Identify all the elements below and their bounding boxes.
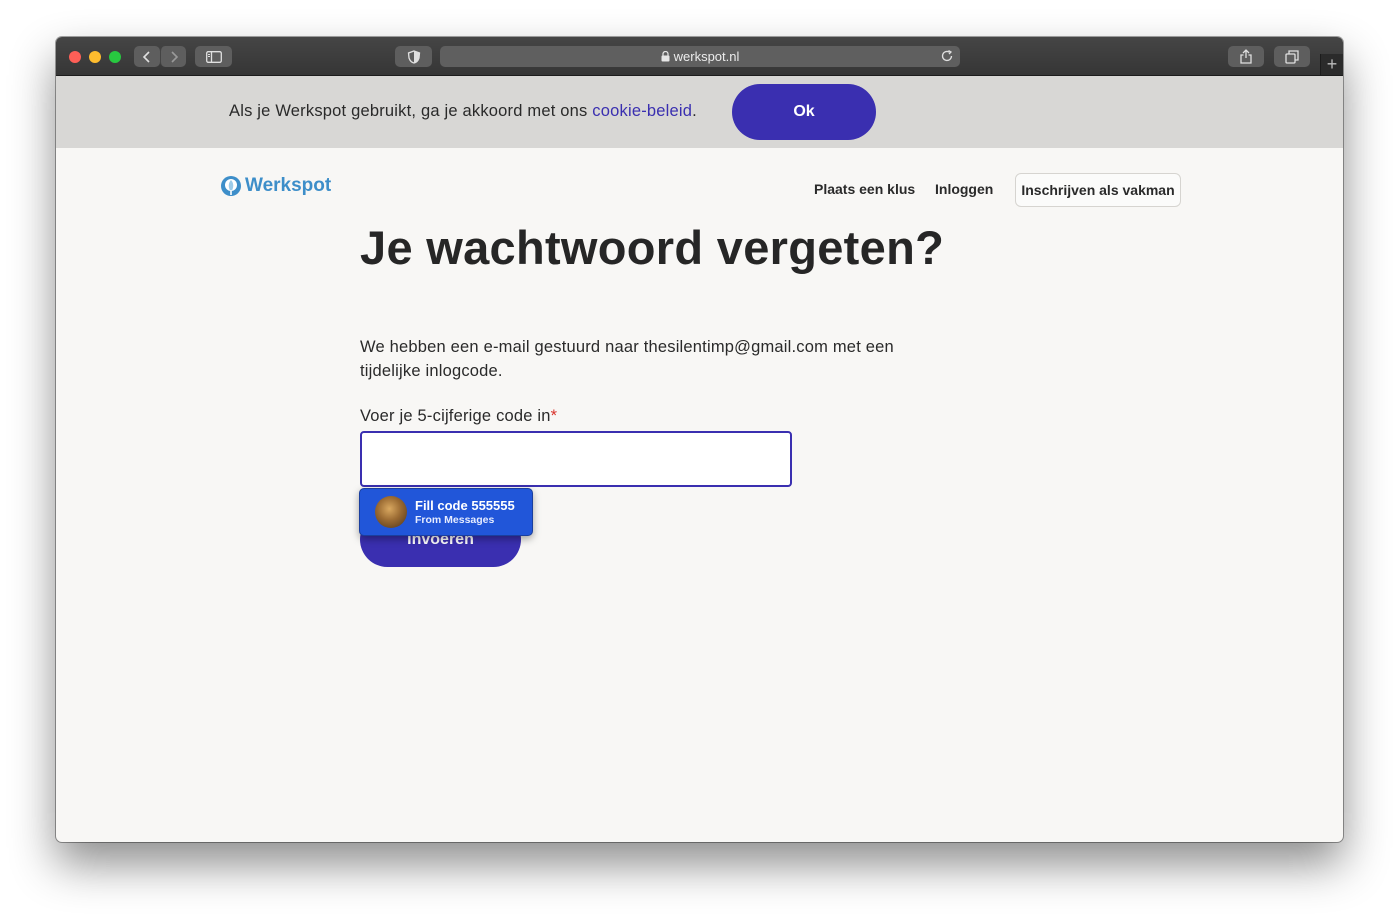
address-bar[interactable]: werkspot.nl (440, 46, 960, 67)
forward-button[interactable] (160, 46, 186, 67)
autofill-text: Fill code 555555 From Messages (415, 498, 515, 526)
back-button[interactable] (134, 46, 160, 67)
sidebar-icon (205, 50, 222, 63)
logo-text: Werkspot (245, 175, 332, 196)
sidebar-button[interactable] (195, 46, 232, 67)
code-label-text: Voer je 5-cijferige code in (360, 407, 551, 425)
autofill-title: Fill code 555555 (415, 498, 515, 513)
cookie-ok-button[interactable]: Ok (732, 84, 876, 140)
zoom-window-button[interactable] (109, 51, 121, 63)
tabs-icon (1285, 49, 1299, 64)
cookie-suffix: . (692, 102, 697, 120)
description-text: We hebben een e-mail gestuurd naar thesi… (360, 338, 894, 380)
werkspot-logo[interactable]: Werkspot (220, 175, 331, 197)
share-icon (1240, 49, 1252, 64)
cookie-text: Als je Werkspot gebruikt, ga je akkoord … (229, 102, 593, 120)
page-title: Je wachtwoord vergeten? (360, 221, 945, 274)
tabs-overview-button[interactable] (1274, 46, 1310, 67)
werkspot-logo-icon (221, 176, 241, 196)
required-marker: * (550, 407, 558, 425)
cookie-banner: Als je Werkspot gebruikt, ga je akkoord … (56, 76, 1343, 148)
code-input[interactable] (360, 431, 792, 487)
nav-login[interactable]: Inloggen (935, 181, 993, 197)
page-content: Werkspot Plaats een klus Inloggen Inschr… (56, 148, 1343, 842)
chevron-right-icon (170, 50, 178, 63)
shield-icon (407, 49, 420, 64)
new-tab-button[interactable]: + (1320, 54, 1343, 75)
nav-place-job[interactable]: Plaats een klus (814, 181, 915, 197)
cookie-policy-link[interactable]: cookie-beleid (592, 102, 692, 120)
browser-toolbar: werkspot.nl + (56, 37, 1343, 76)
code-field-label: Voer je 5-cijferige code in* (360, 407, 557, 426)
reload-icon[interactable] (940, 49, 954, 66)
autofill-subtitle: From Messages (415, 514, 495, 526)
close-window-button[interactable] (69, 51, 81, 63)
cookie-message: Als je Werkspot gebruikt, ga je akkoord … (229, 102, 697, 121)
minimize-window-button[interactable] (89, 51, 101, 63)
privacy-report-button[interactable] (395, 46, 432, 67)
lock-icon (661, 51, 670, 62)
share-button[interactable] (1228, 46, 1264, 67)
autofill-code-suggestion[interactable]: Fill code 555555 From Messages (359, 488, 533, 536)
address-url: werkspot.nl (673, 49, 740, 64)
avatar (375, 496, 407, 528)
nav-signup-button[interactable]: Inschrijven als vakman (1015, 173, 1181, 207)
browser-window: werkspot.nl + Als je Werkspot gebruikt, … (56, 37, 1343, 842)
chevron-left-icon (142, 50, 150, 63)
